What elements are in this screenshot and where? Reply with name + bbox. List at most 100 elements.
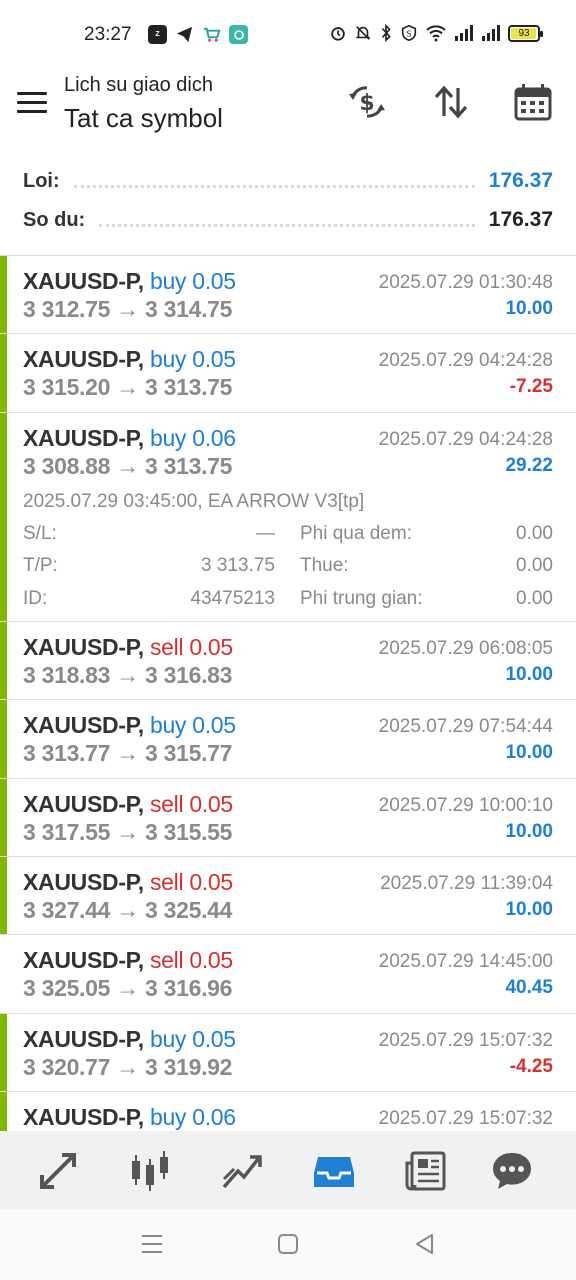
trade-time: 2025.07.29 10:00:10 <box>378 794 553 816</box>
trade-profit: -7.25 <box>509 376 553 398</box>
swap-label: Phi qua dem: <box>300 522 412 544</box>
analytics-icon[interactable] <box>220 1149 264 1193</box>
trade-row[interactable]: XAUUSD-P, buy 0.06 2025.07.29 04:24:28 3 3… <box>0 412 576 622</box>
profit-value: 176.37 <box>488 169 553 192</box>
trade-row[interactable]: XAUUSD-P, sell 0.05 2025.07.29 14:45:00 3 … <box>0 935 576 1014</box>
app-header: Lich su giao dich Tat ca symbol $ <box>0 70 576 150</box>
recents-icon[interactable] <box>139 1231 165 1257</box>
status-bar-indicator <box>0 778 7 856</box>
status-bar: 23:27 Z S 93 <box>0 0 576 70</box>
trade-prices: 3 317.55 → 3 315.55 <box>23 818 233 845</box>
header-subtitle: Lich su giao dich <box>64 74 213 96</box>
app-notification-icon <box>229 25 248 44</box>
trade-symbol: XAUUSD-P, <box>23 633 144 660</box>
status-bar-indicator <box>0 621 7 700</box>
trade-profit: 10.00 <box>505 820 553 842</box>
trade-title: XAUUSD-P, buy 0.05 <box>23 268 236 295</box>
shopping-cart-icon <box>202 25 221 44</box>
trade-time: 2025.07.29 14:45:00 <box>378 951 553 973</box>
trade-symbol: XAUUSD-P, <box>23 1025 144 1052</box>
trade-time: 2025.07.29 07:54:44 <box>378 716 553 738</box>
svg-text:$: $ <box>359 91 374 116</box>
trade-row[interactable]: XAUUSD-P, sell 0.05 2025.07.29 11:39:04 3 … <box>0 856 576 936</box>
signal-icon <box>455 25 473 41</box>
status-bar-indicator <box>0 256 7 334</box>
trade-title: XAUUSD-P, sell 0.05 <box>23 791 233 818</box>
status-time: 23:27 <box>84 24 132 45</box>
tp-label: T/P: <box>23 554 58 576</box>
profit-row: Loi: 176.37 <box>23 166 553 196</box>
news-icon[interactable] <box>404 1149 448 1193</box>
balance-row: So du: 176.37 <box>23 205 553 235</box>
tp-value: 3 313.75 <box>201 554 275 576</box>
trade-time: 2025.07.29 04:24:28 <box>378 350 553 372</box>
profit-label: Loi: <box>23 169 60 192</box>
trade-profit: 10.00 <box>505 663 553 685</box>
sl-value: — <box>256 522 275 544</box>
status-bar-indicator <box>0 700 7 778</box>
trade-prices: 3 312.75 → 3 314.75 <box>23 296 233 322</box>
system-navigation <box>0 1209 576 1280</box>
trade-row[interactable]: XAUUSD-P, buy 0.05 2025.07.29 01:30:48 3 3… <box>0 256 576 335</box>
trade-profit: 40.45 <box>505 977 553 999</box>
history-inbox-icon[interactable] <box>312 1149 356 1193</box>
trade-time: 2025.07.29 01:30:48 <box>378 272 553 293</box>
back-icon[interactable] <box>412 1231 438 1257</box>
trade-row[interactable]: XAUUSD-P, buy 0.05 2025.07.29 15:07:32 3 3… <box>0 1013 576 1093</box>
trade-symbol: XAUUSD-P, <box>23 790 144 817</box>
trade-row[interactable]: XAUUSD-P, sell 0.05 2025.07.29 10:00:10 3 … <box>0 778 576 857</box>
home-icon[interactable] <box>275 1231 301 1257</box>
bluetooth-icon <box>381 24 391 42</box>
trade-side: buy 0.06 <box>149 1104 236 1131</box>
trade-icon[interactable] <box>36 1149 80 1193</box>
sort-icon[interactable] <box>431 82 471 122</box>
trade-side: buy 0.06 <box>149 424 236 451</box>
signal-icon <box>482 25 500 41</box>
trade-row[interactable]: XAUUSD-P, sell 0.05 2025.07.29 06:08:05 3 … <box>0 621 576 701</box>
trade-side: buy 0.05 <box>149 346 236 373</box>
header-title[interactable]: Tat ca symbol <box>64 103 223 134</box>
trade-comment: 2025.07.29 03:45:00, EA ARROW V3[tp] <box>23 490 365 512</box>
trade-time: 2025.07.29 06:08:05 <box>378 637 553 659</box>
calendar-icon[interactable] <box>513 82 553 122</box>
svg-text:S: S <box>406 29 411 39</box>
trade-title: XAUUSD-P, buy 0.06 <box>23 1104 236 1131</box>
trade-side: buy 0.05 <box>149 268 236 294</box>
trade-row[interactable]: XAUUSD-P, buy 0.05 2025.07.29 07:54:44 3 3… <box>0 700 576 779</box>
trade-prices: 3 308.88 → 3 313.75 <box>23 452 233 479</box>
trade-row[interactable]: XAUUSD-P, buy 0.05 2025.07.29 04:24:28 3 3… <box>0 334 576 413</box>
currency-exchange-icon[interactable]: $ <box>347 82 387 122</box>
chart-icon[interactable] <box>128 1149 172 1193</box>
status-bar-indicator <box>0 334 7 412</box>
status-bar-indicator <box>0 1013 7 1092</box>
fee-value: 0.00 <box>516 587 553 609</box>
telegram-icon <box>175 25 194 44</box>
trade-time: 2025.07.29 04:24:28 <box>378 428 553 450</box>
chat-icon[interactable] <box>490 1149 534 1193</box>
trade-time: 2025.07.29 15:07:32 <box>378 1108 553 1130</box>
status-system-icons: S 93 <box>329 24 543 42</box>
trade-title: XAUUSD-P, sell 0.05 <box>23 947 233 974</box>
trade-row[interactable]: XAUUSD-P, buy 0.06 2025.07.29 15:07:32 <box>0 1092 576 1131</box>
status-notifications: Z <box>148 25 248 44</box>
trade-symbol: XAUUSD-P, <box>23 712 144 739</box>
trade-time: 2025.07.29 15:07:32 <box>378 1029 553 1051</box>
trade-title: XAUUSD-P, sell 0.05 <box>23 634 233 661</box>
trade-prices: 3 315.20 → 3 313.75 <box>23 374 233 401</box>
shield-icon: S <box>401 24 417 42</box>
trade-history-list[interactable]: XAUUSD-P, buy 0.05 2025.07.29 01:30:48 3 3… <box>0 256 576 1131</box>
trade-title: XAUUSD-P, buy 0.05 <box>23 346 236 373</box>
tax-label: Thue: <box>300 554 349 576</box>
zalo-icon: Z <box>148 25 167 44</box>
status-bar-indicator <box>0 412 7 621</box>
swap-value: 0.00 <box>516 522 553 544</box>
fee-label: Phi trung gian: <box>300 587 423 609</box>
bottom-navigation <box>0 1131 576 1209</box>
trade-time: 2025.07.29 11:39:04 <box>380 872 553 894</box>
status-bar-indicator <box>0 1092 7 1131</box>
summary-panel: Loi: 176.37 So du: 176.37 <box>0 160 576 256</box>
battery-icon: 93 <box>508 24 543 42</box>
menu-icon[interactable] <box>17 92 47 116</box>
trade-prices: 3 318.83 → 3 316.83 <box>23 661 233 688</box>
id-label: ID: <box>23 587 48 609</box>
